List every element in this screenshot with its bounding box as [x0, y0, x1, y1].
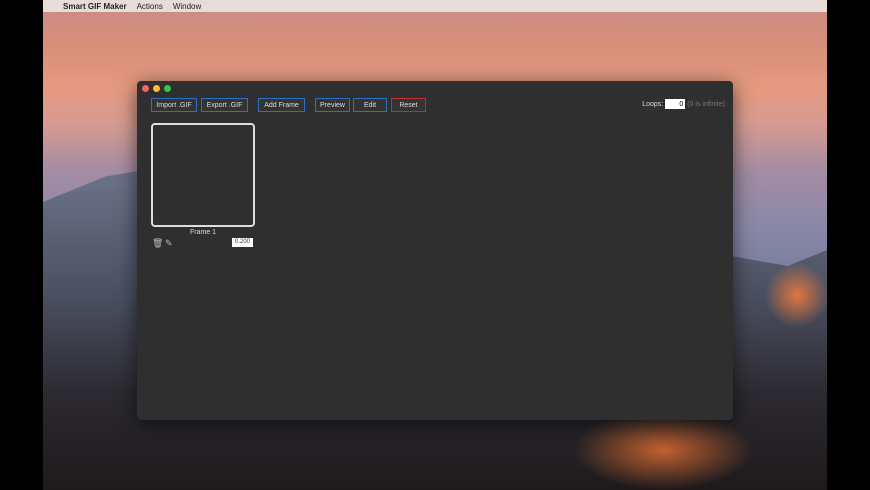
minimize-button[interactable] [153, 85, 160, 92]
loops-hint: (0 is infinite) [687, 100, 725, 108]
add-frame-button[interactable]: Add Frame [258, 98, 305, 112]
import-gif-button[interactable]: Import .GIF [151, 98, 197, 112]
frame-thumbnail[interactable] [151, 123, 255, 227]
loops-input[interactable] [665, 99, 686, 109]
preview-button[interactable]: Preview [315, 98, 350, 112]
pencil-icon[interactable]: ✎ [165, 238, 173, 249]
menu-bar: Smart GIF Maker Actions Window [43, 0, 827, 12]
frame-duration-input[interactable]: 0.200 [232, 238, 253, 247]
loops-control: Loops: (0 is infinite) [642, 99, 725, 109]
close-button[interactable] [142, 85, 149, 92]
menu-app[interactable]: Smart GIF Maker [63, 2, 127, 11]
zoom-button[interactable] [164, 85, 171, 92]
reset-button[interactable]: Reset [391, 98, 426, 112]
edit-button[interactable]: Edit [353, 98, 387, 112]
menu-window[interactable]: Window [173, 2, 201, 11]
export-gif-button[interactable]: Export .GIF [201, 98, 248, 112]
trash-icon[interactable]: 🗑 [152, 238, 163, 249]
loops-label: Loops: [642, 100, 664, 108]
frame-label: Frame 1 [189, 229, 217, 236]
app-window: Import .GIF Export .GIF Add Frame Previe… [137, 81, 733, 420]
menu-actions[interactable]: Actions [137, 2, 163, 11]
